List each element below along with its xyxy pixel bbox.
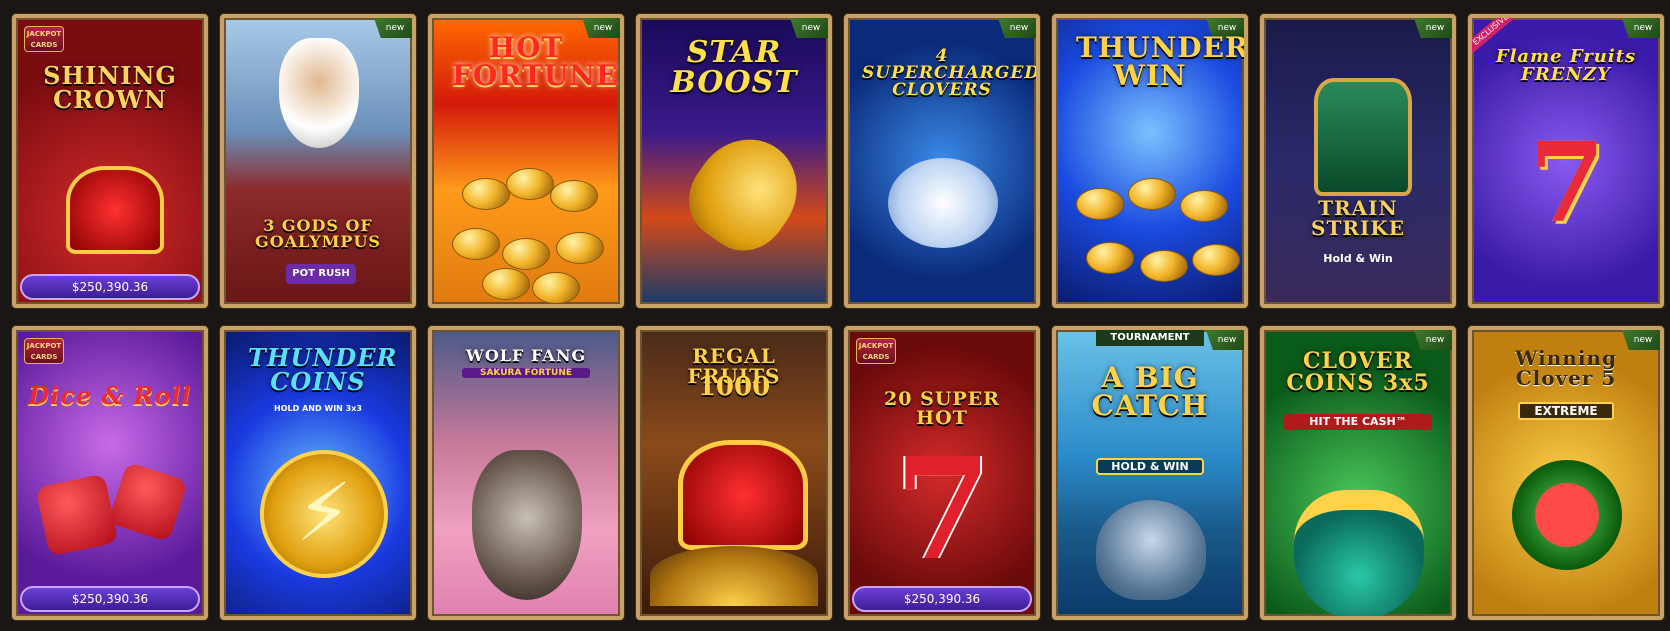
shark-icon — [1096, 500, 1206, 600]
coin-icon — [1086, 242, 1134, 274]
pot-of-gold-icon — [1294, 490, 1424, 616]
gold-pile — [650, 546, 818, 606]
game-subtitle: POT RUSH — [286, 264, 356, 284]
coin-icon — [1192, 244, 1240, 276]
new-badge: new — [1622, 18, 1660, 38]
crown-icon — [678, 440, 808, 550]
coin-icon — [556, 232, 604, 264]
game-tile-train-strike[interactable]: new TRAIN STRIKE Hold & Win — [1260, 14, 1456, 308]
watermelon-icon — [1512, 460, 1622, 570]
game-title: 3 GODS OF GOALYMPUS — [255, 216, 381, 251]
game-subtitle: Hold & Win — [1323, 252, 1393, 265]
game-title: CLOVER COINS 3x5 — [1286, 348, 1430, 396]
game-subtitle: 1000 — [697, 372, 771, 402]
game-subtitle: HIT THE CASH™ — [1284, 414, 1432, 430]
seven-icon: 7 — [1528, 118, 1606, 247]
game-title: 20 SUPER HOT — [884, 388, 1000, 429]
game-tile-3-gods-of-goalympus[interactable]: new 3 GODS OF GOALYMPUS POT RUSH — [220, 14, 416, 308]
coin-icon — [1180, 190, 1228, 222]
new-badge: new — [1622, 330, 1660, 350]
game-tile-flame-fruits-frenzy[interactable]: EXCLUSIVE new Flame Fruits FRENZY 7 — [1468, 14, 1664, 308]
train-icon — [1314, 78, 1412, 196]
game-tile-clover-coins[interactable]: new CLOVER COINS 3x5 HIT THE CASH™ — [1260, 326, 1456, 620]
game-tile-wolf-fang[interactable]: WOLF FANG SAKURA FORTUNE — [428, 326, 624, 620]
jackpot-amount-bar: $250,390.36 — [20, 274, 200, 300]
coin-icon — [502, 238, 550, 270]
jackpot-cards-badge: JACKPOT CARDS — [24, 338, 64, 364]
game-tile-thunder-win[interactable]: new THUNDER WIN — [1052, 14, 1248, 308]
game-title: A BIG CATCH — [1091, 361, 1209, 422]
game-tile-thunder-coins[interactable]: THUNDER COINS HOLD AND WIN 3x3 ⚡ — [220, 326, 416, 620]
coin-icon — [532, 272, 580, 304]
crown-icon — [66, 166, 164, 254]
game-subtitle: SAKURA FORTUNE — [462, 368, 590, 378]
game-tile-a-big-catch[interactable]: TOURNAMENT new A BIG CATCH HOLD & WIN — [1052, 326, 1248, 620]
coin-icon — [1076, 188, 1124, 220]
game-title: HOT FORTUNE — [452, 31, 619, 92]
new-badge: new — [1206, 330, 1244, 350]
rocket-icon — [672, 119, 818, 267]
coin-icon — [1140, 250, 1188, 282]
game-subtitle: HOLD AND WIN 3x3 — [274, 404, 362, 413]
game-tile-star-boost[interactable]: new STAR BOOST — [636, 14, 832, 308]
game-grid: JACKPOT CARDS SHINING CROWN $250,390.36 … — [0, 0, 1670, 631]
jackpot-cards-badge: JACKPOT CARDS — [24, 26, 64, 52]
coin-icon — [1128, 178, 1176, 210]
game-tile-regal-fruits-1000[interactable]: REGAL FRUITS 1000 — [636, 326, 832, 620]
new-badge: new — [374, 18, 412, 38]
game-title: Flame Fruits FRENZY — [1495, 46, 1637, 85]
new-badge: new — [1414, 330, 1452, 350]
game-title: TRAIN STRIKE — [1311, 196, 1405, 240]
game-tile-hot-fortune[interactable]: new HOT FORTUNE — [428, 14, 624, 308]
game-tile-winning-clover-5[interactable]: new Winning Clover 5 EXTREME — [1468, 326, 1664, 620]
game-tile-20-super-hot[interactable]: JACKPOT CARDS 20 SUPER HOT 7 $250,390.36 — [844, 326, 1040, 620]
jackpot-amount-bar: $250,390.36 — [20, 586, 200, 612]
game-title: 4 SUPERCHARGED CLOVERS — [862, 46, 1040, 100]
jackpot-cards-badge: JACKPOT CARDS — [856, 338, 896, 364]
lightning-coin-icon: ⚡ — [260, 450, 388, 578]
game-subtitle: HOLD & WIN — [1096, 458, 1204, 475]
game-title: Winning Clover 5 — [1515, 346, 1617, 390]
game-tile-shining-crown[interactable]: JACKPOT CARDS SHINING CROWN $250,390.36 — [12, 14, 208, 308]
new-badge: new — [1414, 18, 1452, 38]
game-title: WOLF FANG — [465, 346, 587, 365]
coin-icon — [482, 268, 530, 300]
dice-icon — [107, 461, 189, 543]
zeus-icon — [279, 38, 359, 148]
coin-icon — [462, 178, 510, 210]
jackpot-amount-bar: $250,390.36 — [852, 586, 1032, 612]
game-title: SHINING CROWN — [43, 61, 177, 114]
tournament-tag: TOURNAMENT — [1096, 330, 1204, 346]
dice-icon — [35, 473, 119, 557]
new-badge: new — [998, 18, 1036, 38]
new-badge: new — [790, 18, 828, 38]
game-tile-4-supercharged-clovers[interactable]: new 4 SUPERCHARGED CLOVERS — [844, 14, 1040, 308]
coin-icon — [452, 228, 500, 260]
game-title: THUNDER COINS — [248, 343, 398, 396]
game-title: Dice & Roll — [28, 381, 192, 410]
game-tile-dice-and-roll[interactable]: JACKPOT CARDS Dice & Roll $250,390.36 — [12, 326, 208, 620]
game-subtitle: EXTREME — [1518, 402, 1614, 420]
coin-icon — [550, 180, 598, 212]
game-title: STAR BOOST — [670, 35, 798, 100]
seven-icon: 7 — [894, 428, 992, 592]
wolf-icon — [472, 450, 582, 600]
coin-icon — [506, 168, 554, 200]
game-title: THUNDER WIN — [1076, 31, 1248, 92]
diamond-clover-icon — [888, 158, 998, 248]
